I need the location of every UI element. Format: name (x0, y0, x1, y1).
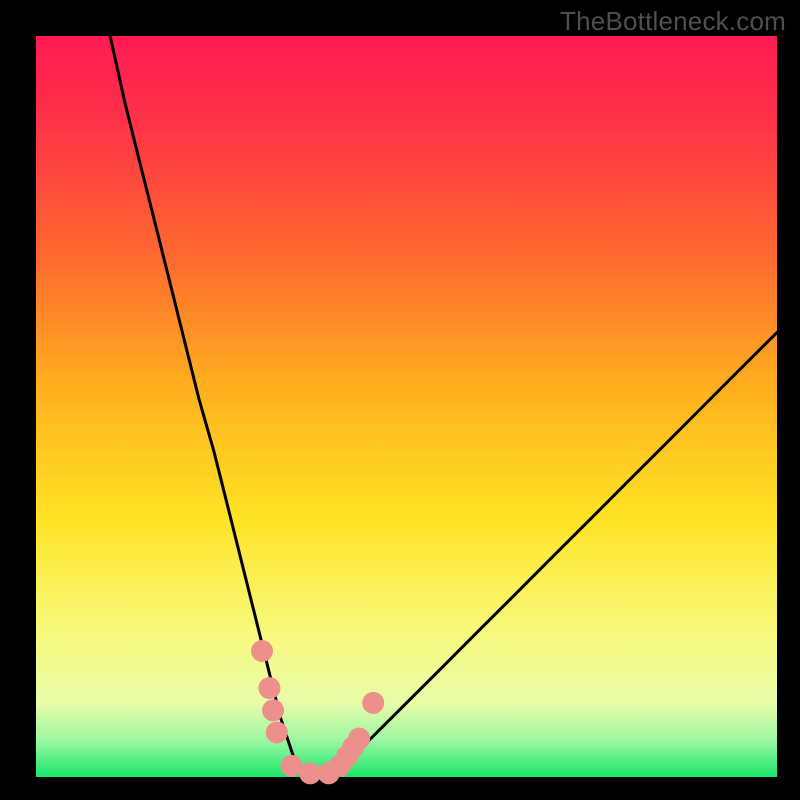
curve-marker (262, 699, 284, 721)
watermark-text: TheBottleneck.com (560, 6, 786, 37)
curve-marker (251, 640, 273, 662)
curve-marker (258, 677, 280, 699)
gradient-background (36, 36, 777, 777)
curve-marker (362, 692, 384, 714)
curve-marker (266, 722, 288, 744)
curve-marker (348, 728, 370, 750)
bottleneck-chart (0, 0, 800, 800)
chart-frame: TheBottleneck.com (0, 0, 800, 800)
